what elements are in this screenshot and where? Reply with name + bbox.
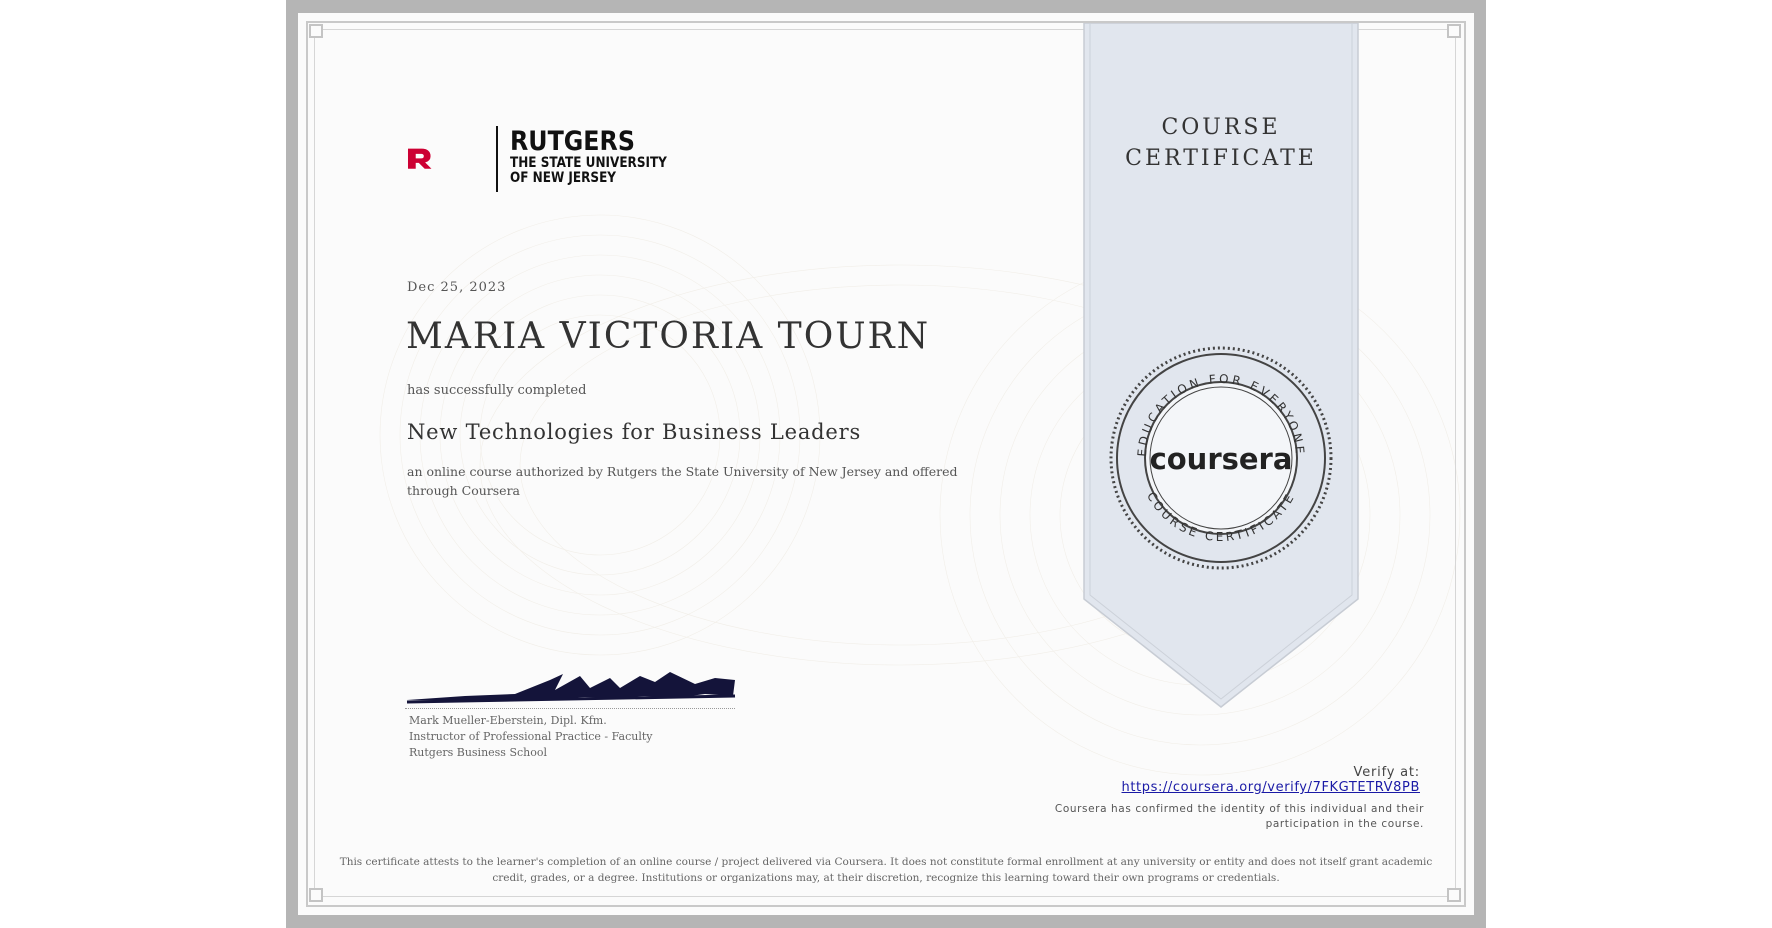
- signature-image: [406, 672, 736, 704]
- logo-line-3: OF NEW JERSEY: [510, 170, 617, 186]
- signer-org: Rutgers Business School: [409, 746, 547, 759]
- rutgers-r-mark: [407, 148, 433, 170]
- completed-text: has successfully completed: [407, 383, 587, 398]
- completion-date: Dec 25, 2023: [407, 280, 507, 295]
- rutgers-logo: [407, 148, 433, 170]
- logo-line-1: RUTGERS: [510, 126, 635, 157]
- logo-divider: [496, 126, 498, 192]
- rutgers-wordmark: RUTGERS THE STATE UNIVERSITY OF NEW JERS…: [510, 128, 692, 186]
- signer-title: Instructor of Professional Practice - Fa…: [409, 730, 653, 743]
- frame-corner: [309, 24, 323, 38]
- ribbon-line-2: CERTIFICATE: [1125, 146, 1317, 171]
- verify-note: Coursera has confirmed the identity of t…: [1054, 803, 1424, 830]
- signature-line: [405, 708, 735, 709]
- certificate-disclaimer: This certificate attests to the learner'…: [339, 856, 1433, 884]
- frame-corner: [1447, 24, 1461, 38]
- signer-block: Mark Mueller-Eberstein, Dipl. Kfm. Instr…: [409, 713, 652, 761]
- ribbon-title: COURSE CERTIFICATE: [1083, 112, 1359, 174]
- course-description: an online course authorized by Rutgers t…: [407, 464, 958, 498]
- frame-corner: [309, 888, 323, 902]
- ribbon-line-1: COURSE: [1161, 115, 1281, 140]
- verify-label: Verify at:: [1353, 765, 1420, 780]
- logo-line-2: THE STATE UNIVERSITY: [510, 155, 667, 171]
- verify-link[interactable]: https://coursera.org/verify/7FKGTETRV8PB: [1122, 780, 1421, 795]
- signer-name: Mark Mueller-Eberstein, Dipl. Kfm.: [409, 714, 607, 727]
- recipient-name: MARIA VICTORIA TOURN: [406, 316, 931, 357]
- frame-corner: [1447, 888, 1461, 902]
- seal-brand: coursera: [1150, 442, 1293, 476]
- coursera-seal: EDUCATION FOR EVERYONE COURSE CERTIFICAT…: [1109, 346, 1333, 570]
- course-title: New Technologies for Business Leaders: [407, 420, 862, 444]
